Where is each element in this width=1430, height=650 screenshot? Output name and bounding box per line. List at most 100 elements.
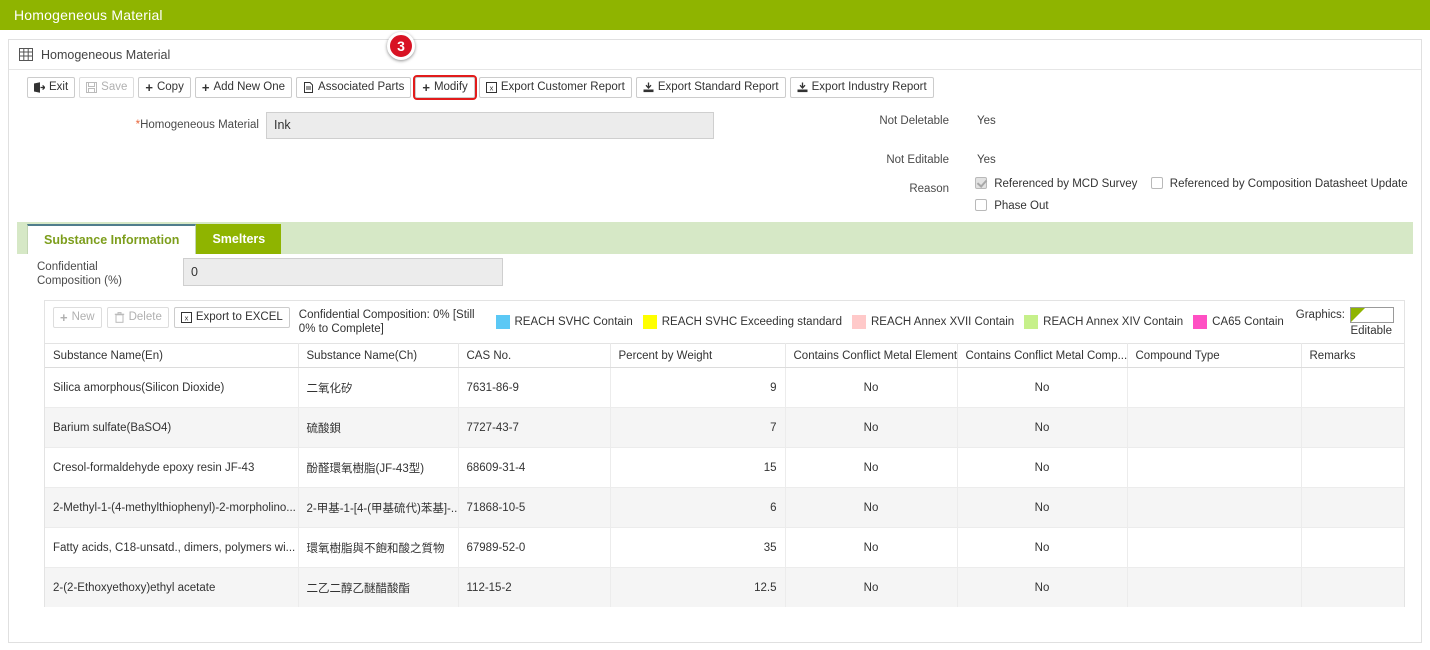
exit-button-label: Exit	[49, 80, 69, 93]
legend-label-reach-svhc-contain: REACH SVHC Contain	[514, 316, 633, 328]
table-row[interactable]: Cresol-formaldehyde epoxy resin JF-43 酚醛…	[45, 447, 1404, 488]
column-header-remarks[interactable]: Remarks	[1301, 343, 1404, 368]
exit-button[interactable]: Exit	[27, 77, 76, 98]
legend-item-reach-annex-xvii: REACH Annex XVII Contain	[851, 315, 1015, 329]
cell-substance-name-ch: 二乙二醇乙醚醋酸酯	[298, 567, 459, 607]
cell-substance-name-ch: 酚醛環氧樹脂(JF-43型)	[298, 447, 459, 488]
cell-conflict-metal-comp: No	[957, 367, 1128, 408]
new-row-button[interactable]: + New	[53, 307, 102, 328]
svg-text:x: x	[184, 313, 188, 322]
reason-checkbox-composition-datasheet-update[interactable]	[1150, 177, 1163, 189]
export-standard-report-button[interactable]: Export Standard Report	[635, 77, 786, 98]
exit-icon	[34, 82, 46, 93]
table-row[interactable]: Fatty acids, C18-unsatd., dimers, polyme…	[45, 527, 1404, 568]
copy-button[interactable]: + Copy	[138, 77, 191, 98]
cell-compound-type	[1127, 367, 1302, 408]
table-row[interactable]: 2-(2-Ethoxyethoxy)ethyl acetate 二乙二醇乙醚醋酸…	[45, 567, 1404, 607]
export-customer-report-button[interactable]: x Export Customer Report	[478, 77, 632, 98]
export-to-excel-button-label: Export to EXCEL	[195, 310, 283, 323]
export-industry-report-label: Export Industry Report	[811, 80, 927, 93]
homogeneous-material-input[interactable]: Ink	[266, 112, 714, 139]
table-row[interactable]: Silica amorphous(Silicon Dioxide) 二氧化矽 7…	[45, 367, 1404, 408]
legend-item-reach-svhc-exceeding: REACH SVHC Exceeding standard	[642, 315, 842, 329]
export-industry-report-button[interactable]: Export Industry Report	[789, 77, 934, 98]
tab-substance-information[interactable]: Substance Information	[27, 224, 197, 254]
column-header-compound-type[interactable]: Compound Type	[1127, 343, 1302, 368]
cell-conflict-metal-comp: No	[957, 567, 1128, 607]
save-icon	[86, 82, 98, 93]
substance-table: Substance Name(En) Substance Name(Ch) CA…	[45, 343, 1404, 607]
cell-conflict-metal-element: No	[785, 367, 958, 408]
cell-substance-name-ch: 硫酸鋇	[298, 407, 459, 448]
cell-substance-name-en: Cresol-formaldehyde epoxy resin JF-43	[45, 447, 299, 488]
tab-substance-information-label: Substance Information	[44, 233, 180, 247]
cell-percent-by-weight: 12.5	[610, 567, 786, 607]
column-header-percent-by-weight[interactable]: Percent by Weight	[610, 343, 786, 368]
substance-grid-container: + New Delete x Export to EXCEL Confident…	[44, 300, 1405, 343]
cell-percent-by-weight: 35	[610, 527, 786, 568]
cell-remarks	[1301, 407, 1404, 448]
cell-percent-by-weight: 7	[610, 407, 786, 448]
delete-row-button[interactable]: Delete	[106, 307, 169, 328]
homogeneous-material-label: *Homogeneous Material	[109, 119, 259, 131]
legend-label-reach-svhc-exceeding: REACH SVHC Exceeding standard	[661, 316, 842, 328]
trash-icon	[114, 312, 125, 323]
plus-icon: +	[145, 80, 153, 95]
cell-percent-by-weight: 15	[610, 447, 786, 488]
copy-button-label: Copy	[156, 80, 184, 93]
reason-checkbox-phase-out[interactable]	[975, 199, 987, 211]
legend-swatch-reach-annex-xvii	[851, 315, 866, 329]
not-editable-label: Not Editable	[886, 154, 949, 166]
editable-swatch-box	[1350, 307, 1394, 323]
cell-percent-by-weight: 6	[610, 487, 786, 528]
column-header-substance-name-ch[interactable]: Substance Name(Ch)	[298, 343, 459, 368]
legend-swatch-reach-svhc-exceeding	[642, 315, 657, 329]
main-panel: Homogeneous Material 3 Exit Save + Copy …	[8, 32, 1422, 643]
cell-remarks	[1301, 567, 1404, 607]
cell-conflict-metal-comp: No	[957, 447, 1128, 488]
save-button-label: Save	[101, 80, 128, 93]
column-header-cas-no[interactable]: CAS No.	[458, 343, 611, 368]
cell-cas-no: 112-15-2	[458, 567, 611, 607]
save-button[interactable]: Save	[79, 77, 135, 98]
confidential-composition-row: Confidential Composition (%) 0	[17, 254, 1413, 300]
column-header-substance-name-en[interactable]: Substance Name(En)	[45, 343, 299, 368]
cell-remarks	[1301, 487, 1404, 528]
add-new-one-button[interactable]: + Add New One	[194, 77, 293, 98]
legend-swatch-ca65-contain	[1193, 315, 1208, 329]
table-row[interactable]: Barium sulfate(BaSO4) 硫酸鋇 7727-43-7 7 No…	[45, 407, 1404, 448]
cell-conflict-metal-element: No	[785, 567, 958, 607]
modify-button[interactable]: + Modify	[413, 75, 477, 100]
not-deletable-value: Yes	[977, 115, 996, 127]
not-editable-value: Yes	[977, 154, 996, 166]
document-icon	[303, 82, 314, 93]
add-new-one-button-label: Add New One	[213, 80, 286, 93]
delete-row-button-label: Delete	[128, 310, 162, 323]
legend-label-reach-annex-xvii: REACH Annex XVII Contain	[870, 316, 1015, 328]
detail-form: *Homogeneous Material Ink Not Deletable …	[9, 104, 1421, 222]
column-header-contains-conflict-metal-element[interactable]: Contains Conflict Metal Element	[785, 343, 958, 368]
table-row[interactable]: 2-Methyl-1-(4-methylthiophenyl)-2-morpho…	[45, 487, 1404, 528]
reason-checkbox-row-1: Referenced by MCD Survey Referenced by C…	[975, 177, 1418, 190]
cell-compound-type	[1127, 487, 1302, 528]
reason-checkbox-mcd-survey[interactable]	[975, 177, 987, 189]
cell-compound-type	[1127, 407, 1302, 448]
graphics-legend-label: Graphics:	[1295, 309, 1345, 321]
associated-parts-button-label: Associated Parts	[318, 80, 405, 93]
column-header-contains-conflict-metal-comp[interactable]: Contains Conflict Metal Comp...	[957, 343, 1128, 368]
cell-cas-no: 68609-31-4	[458, 447, 611, 488]
tab-strip: Substance Information Smelters	[17, 222, 1413, 254]
associated-parts-button[interactable]: Associated Parts	[296, 77, 412, 98]
substance-table-scroll[interactable]: Substance Name(En) Substance Name(Ch) CA…	[44, 343, 1405, 607]
reason-checkbox-phase-out-label: Phase Out	[994, 200, 1049, 212]
plus-icon: +	[201, 80, 210, 95]
confidential-composition-input[interactable]: 0	[183, 258, 503, 286]
download-icon	[643, 82, 654, 93]
cell-substance-name-ch: 二氧化矽	[298, 367, 459, 408]
legend-swatch-reach-svhc-contain	[495, 315, 510, 329]
confidential-composition-label-line1: Confidential	[37, 261, 98, 273]
cell-substance-name-ch: 2-甲基-1-[4-(甲基硫代)苯基]-...	[298, 487, 459, 528]
export-to-excel-button[interactable]: x Export to EXCEL	[173, 307, 290, 328]
cell-conflict-metal-element: No	[785, 487, 958, 528]
tab-smelters[interactable]: Smelters	[196, 224, 282, 254]
